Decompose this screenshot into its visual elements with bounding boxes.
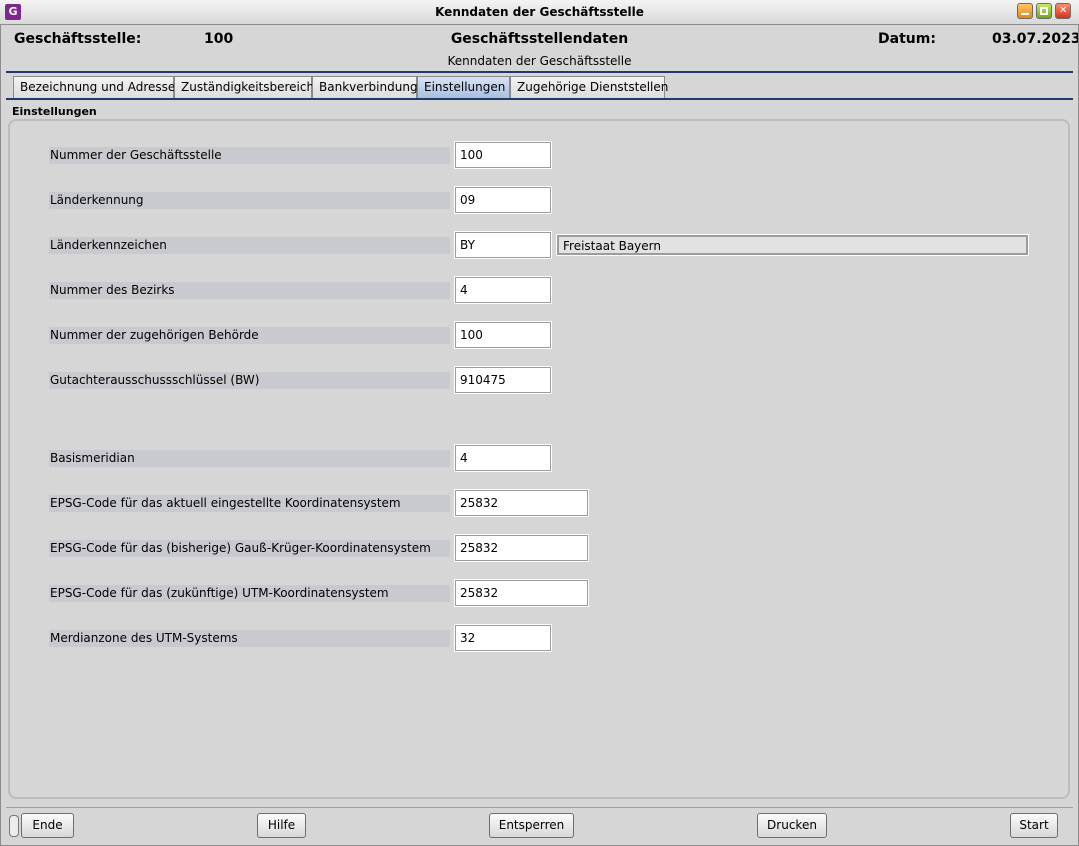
label-epsg-aktuell: EPSG-Code für das aktuell eingestellte K… <box>49 495 450 512</box>
epsg-aktuell-field[interactable]: 25832 <box>454 489 589 517</box>
window-titlebar: G Kenndaten der Geschäftsstelle ✕ <box>0 0 1079 25</box>
label-epsg-gauss-krueger: EPSG-Code für das (bisherige) Gauß-Krüge… <box>49 540 450 557</box>
maximize-button[interactable] <box>1036 3 1052 19</box>
bezirk-nummer-field[interactable]: 4 <box>454 276 552 304</box>
window-title: Kenndaten der Geschäftsstelle <box>435 5 644 19</box>
label-geschaeftsstelle-nummer: Nummer der Geschäftsstelle <box>49 147 450 164</box>
label-laenderkennung: Länderkennung <box>49 192 450 209</box>
minimize-button[interactable] <box>1017 3 1033 19</box>
tab-divider <box>6 98 1073 100</box>
laenderkennung-field[interactable]: 09 <box>454 186 552 214</box>
tab-zustaendigkeitsbereich[interactable]: Zuständigkeitsbereich <box>174 76 314 98</box>
entsperren-button[interactable]: Entsperren <box>489 813 574 838</box>
page-subtitle: Kenndaten der Geschäftsstelle <box>447 54 632 68</box>
hilfe-button[interactable]: Hilfe <box>257 813 306 838</box>
epsg-utm-field[interactable]: 25832 <box>454 579 589 607</box>
label-bezirk-nummer: Nummer des Bezirks <box>49 282 450 299</box>
date-value: 03.07.2023 <box>992 31 1079 47</box>
footer-divider <box>6 807 1073 808</box>
maximize-icon <box>1040 7 1048 15</box>
laenderkennzeichen-name: Freistaat Bayern <box>556 234 1029 256</box>
utm-meridianzone-field[interactable]: 32 <box>454 624 552 652</box>
label-behoerde-nummer: Nummer der zugehörigen Behörde <box>49 327 450 344</box>
close-button[interactable]: ✕ <box>1055 3 1071 19</box>
label-utm-meridianzone: Merdianzone des UTM-Systems <box>49 630 450 647</box>
tab-bezeichnung-und-adresse[interactable]: Bezeichnung und Adresse <box>13 76 175 98</box>
page-header: Geschäftsstelle: 100 Geschäftsstellendat… <box>6 25 1079 73</box>
label-basismeridian: Basismeridian <box>49 450 450 467</box>
tab-bankverbindung[interactable]: Bankverbindung <box>312 76 418 98</box>
close-icon: ✕ <box>1059 5 1068 16</box>
label-gutachterausschussschluessel: Gutachterausschussschlüssel (BW) <box>49 372 450 389</box>
epsg-gauss-krueger-field[interactable]: 25832 <box>454 534 589 562</box>
tab-einstellungen[interactable]: Einstellungen <box>417 76 510 98</box>
basismeridian-field[interactable]: 4 <box>454 444 552 472</box>
status-knob[interactable] <box>9 815 19 837</box>
tab-zugehoerige-dienststellen[interactable]: Zugehörige Dienststellen <box>510 76 668 98</box>
geschaeftsstelle-nummer-field[interactable]: 100 <box>454 141 552 169</box>
behoerde-nummer-field[interactable]: 100 <box>454 321 552 349</box>
label-epsg-utm: EPSG-Code für das (zukünftige) UTM-Koord… <box>49 585 450 602</box>
drucken-button[interactable]: Drucken <box>757 813 827 838</box>
date-label: Datum: <box>878 31 936 47</box>
laenderkennzeichen-field[interactable]: BY <box>454 231 552 259</box>
gutachterausschussschluessel-field[interactable]: 910475 <box>454 366 552 394</box>
label-laenderkennzeichen: Länderkennzeichen <box>49 237 450 254</box>
start-button[interactable]: Start <box>1010 813 1058 838</box>
ende-button[interactable]: Ende <box>21 813 74 838</box>
minimize-icon <box>1021 13 1029 15</box>
panel-title: Einstellungen <box>12 105 97 118</box>
